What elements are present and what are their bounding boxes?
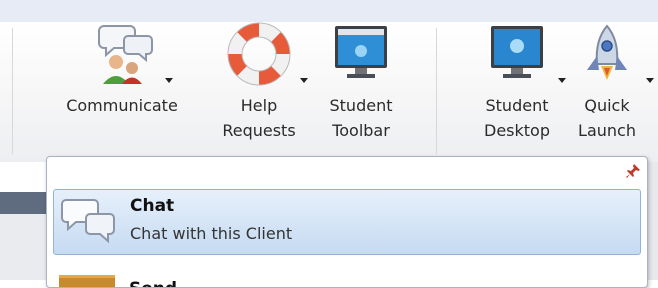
menu-item-description: Chat with this Client xyxy=(130,224,293,243)
desktop-monitor-icon xyxy=(485,22,549,90)
help-requests-button[interactable]: Help Requests xyxy=(214,22,308,162)
group-separator xyxy=(436,28,437,154)
menu-item-send[interactable]: Send xyxy=(53,263,639,287)
communicate-button[interactable]: Communicate xyxy=(52,22,192,162)
toolbar-monitor-icon xyxy=(329,22,393,90)
rocket-icon xyxy=(575,22,639,90)
people-chat-icon xyxy=(90,22,154,90)
folder-icon xyxy=(59,275,115,287)
background-panel xyxy=(0,162,46,280)
menu-item-title: Send xyxy=(129,279,177,287)
ribbon: Communicate Help Requests Student Toolba… xyxy=(0,22,658,162)
title-bar-strip xyxy=(0,192,46,214)
student-toolbar-label: Student Toolbar xyxy=(329,96,393,140)
help-requests-label: Help Requests xyxy=(222,96,296,140)
pin-icon[interactable] xyxy=(625,163,641,183)
content-strip xyxy=(0,214,46,280)
student-toolbar-button[interactable]: Student Toolbar xyxy=(316,22,406,162)
communicate-dropdown-menu: Chat Chat with this Client Send xyxy=(46,156,648,288)
quick-launch-button[interactable]: Quick Launch xyxy=(572,22,654,162)
communicate-label: Communicate xyxy=(66,96,178,115)
lifebuoy-icon xyxy=(227,22,291,90)
top-strip xyxy=(0,0,658,23)
menu-item-chat[interactable]: Chat Chat with this Client xyxy=(53,189,641,255)
menu-item-title: Chat xyxy=(130,196,175,216)
student-desktop-button[interactable]: Student Desktop xyxy=(470,22,566,162)
chevron-down-icon[interactable] xyxy=(165,78,173,83)
student-desktop-label: Student Desktop xyxy=(484,96,550,140)
quick-launch-label: Quick Launch xyxy=(578,96,636,140)
chevron-down-icon[interactable] xyxy=(646,78,654,83)
group-separator xyxy=(12,28,13,154)
chat-bubbles-icon xyxy=(60,198,116,250)
chevron-down-icon[interactable] xyxy=(558,78,566,83)
chevron-down-icon[interactable] xyxy=(300,78,308,83)
